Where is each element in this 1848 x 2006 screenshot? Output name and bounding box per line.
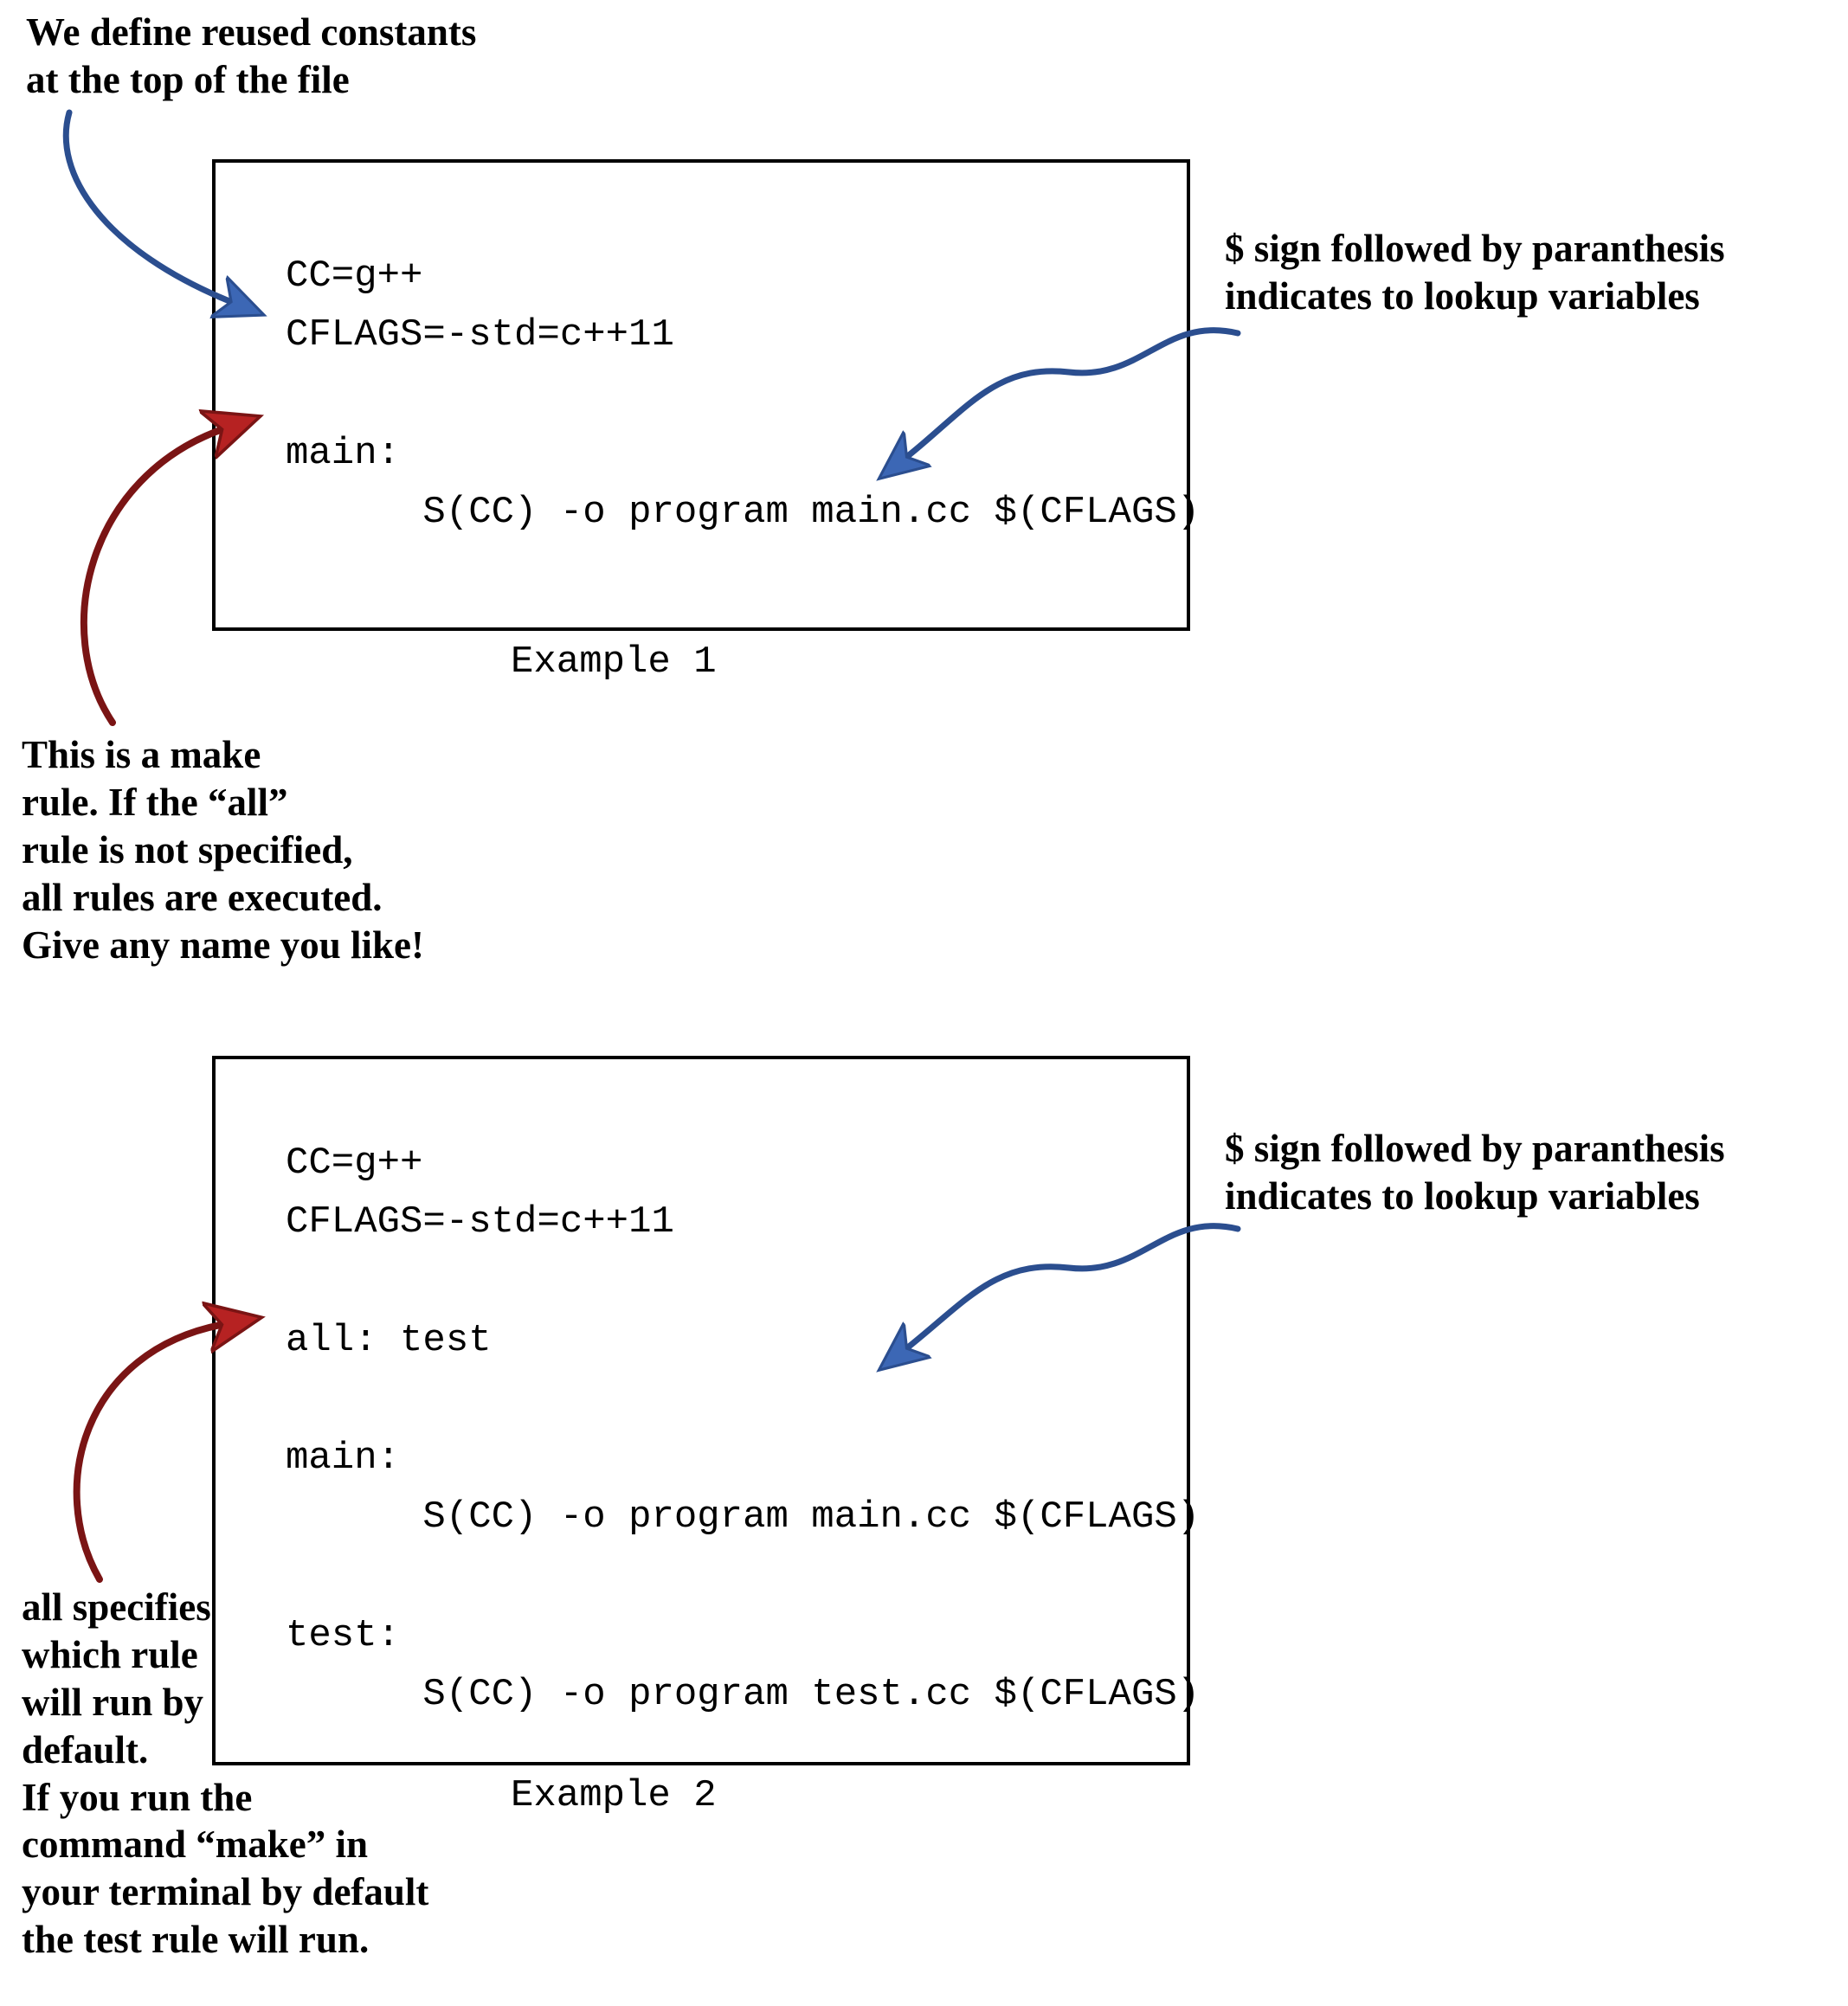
example2-caption: Example 2 bbox=[511, 1774, 717, 1817]
arrow-rule bbox=[84, 428, 225, 723]
annotation-dollar-2: $ sign followed by paranthesis indicates… bbox=[1225, 1125, 1725, 1220]
example1-caption: Example 1 bbox=[511, 640, 717, 684]
annotation-constants: We define reused constants at the top of… bbox=[26, 9, 476, 104]
example1-code: CC=g++ CFLAGS=-std=c++11 main: S(CC) -o … bbox=[286, 247, 1200, 542]
arrow-constants bbox=[66, 113, 234, 303]
annotation-rule: This is a make rule. If the “all” rule i… bbox=[22, 731, 424, 968]
diagram-stage: CC=g++ CFLAGS=-std=c++11 main: S(CC) -o … bbox=[0, 0, 1848, 2006]
annotation-all: all specifies which rule will run by def… bbox=[22, 1584, 428, 1964]
annotation-dollar-1: $ sign followed by paranthesis indicates… bbox=[1225, 225, 1725, 320]
arrow-all bbox=[77, 1324, 225, 1579]
